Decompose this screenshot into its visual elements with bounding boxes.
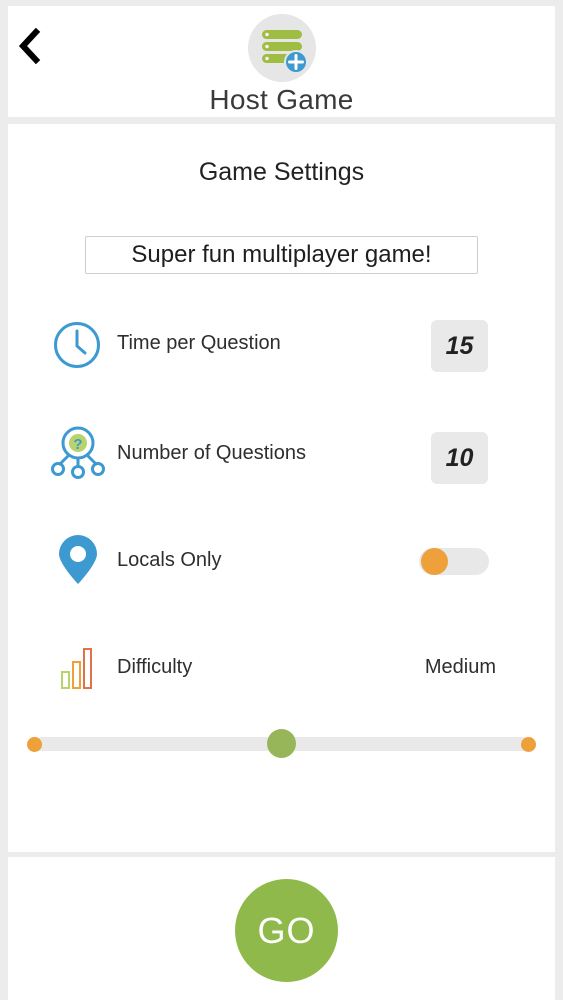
chevron-left-icon bbox=[18, 28, 41, 64]
game-name-input[interactable] bbox=[85, 236, 478, 274]
time-per-question-value[interactable]: 15 bbox=[431, 320, 488, 372]
section-title: Game Settings bbox=[198, 158, 365, 186]
locals-only-label: Locals Only bbox=[117, 549, 222, 571]
page-title: Host Game bbox=[209, 84, 354, 115]
game-settings-panel: Game Settings Time per Question 15 ? Num… bbox=[8, 124, 555, 852]
number-of-questions-label: Number of Questions bbox=[117, 442, 306, 464]
clock-icon bbox=[54, 322, 100, 368]
slider-min-dot bbox=[27, 737, 42, 752]
difficulty-label: Difficulty bbox=[117, 656, 193, 678]
locals-only-toggle[interactable] bbox=[419, 548, 489, 575]
difficulty-value: Medium bbox=[424, 656, 496, 678]
back-button[interactable] bbox=[14, 26, 44, 66]
toggle-knob bbox=[421, 548, 448, 575]
question-network-icon: ? bbox=[51, 426, 105, 479]
server-add-icon bbox=[248, 14, 316, 82]
svg-text:?: ? bbox=[73, 436, 82, 453]
slider-max-dot bbox=[521, 737, 536, 752]
time-per-question-label: Time per Question bbox=[117, 332, 281, 354]
difficulty-slider-thumb[interactable] bbox=[267, 729, 296, 758]
header-bar: Host Game bbox=[8, 6, 555, 117]
footer-bar: GO bbox=[8, 857, 555, 1000]
signal-bars-icon bbox=[61, 648, 92, 689]
go-button[interactable]: GO bbox=[235, 879, 338, 982]
location-pin-icon bbox=[59, 535, 97, 584]
number-of-questions-value[interactable]: 10 bbox=[431, 432, 488, 484]
